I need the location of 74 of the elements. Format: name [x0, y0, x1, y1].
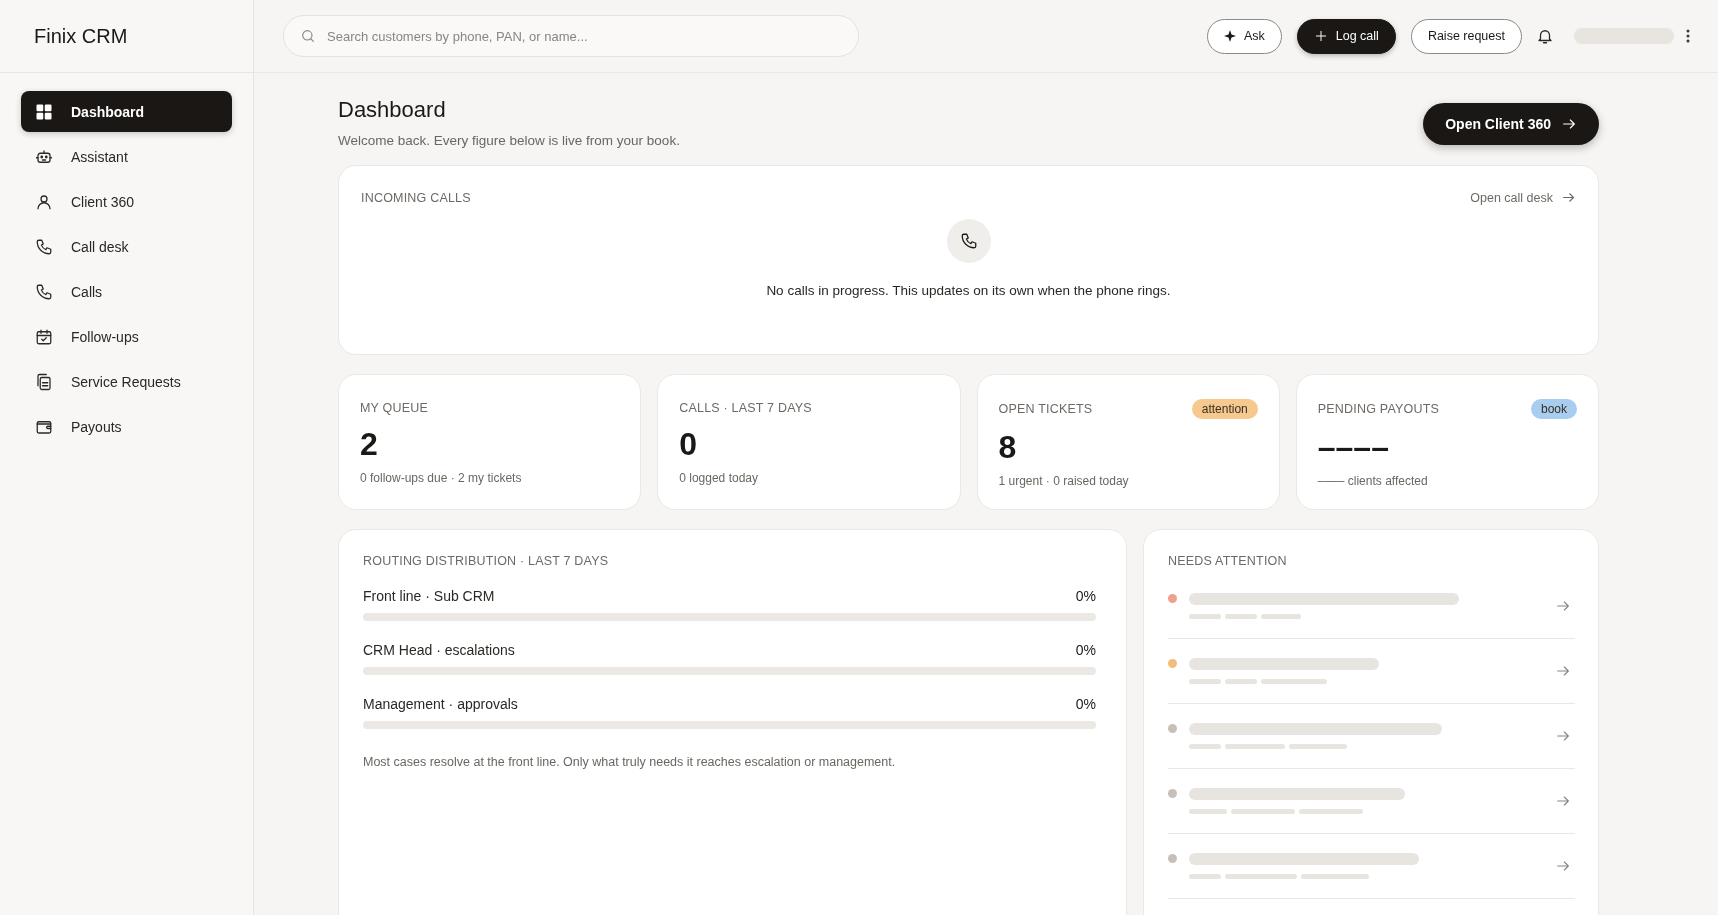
page-subtitle: Welcome back. Every figure below is live from your book. [338, 133, 680, 148]
arrow-right-icon [1555, 663, 1571, 679]
sidebar-item[interactable]: Follow-ups [21, 316, 232, 357]
stat-tag: attention [1191, 399, 1258, 419]
arrow-right-icon [1561, 190, 1576, 205]
loading-placeholder [1299, 809, 1363, 814]
route-label: Front line · Sub CRM [363, 588, 495, 604]
arrow-right-icon [1555, 728, 1571, 744]
loading-placeholder [1261, 614, 1301, 619]
route-percent: 0% [1075, 642, 1096, 658]
log-call-button[interactable]: Log call [1296, 18, 1396, 54]
stat-value: 2 [360, 426, 379, 463]
arrow-right-icon [1555, 858, 1571, 874]
route-percent: 0% [1075, 588, 1096, 604]
search-field[interactable]: Search customers by phone, PAN, or name... [283, 15, 859, 57]
stat-detail: 0 follow-ups due · 2 my tickets [360, 471, 523, 485]
card-title: NEEDS ATTENTION [1168, 554, 1288, 568]
loading-placeholder [1225, 679, 1257, 684]
stat-value: 8 [998, 429, 1018, 466]
loading-placeholder [1289, 744, 1347, 749]
stat-title: OPEN TICKETS [998, 402, 1093, 416]
loading-placeholder [1189, 744, 1221, 749]
phone-icon [35, 282, 53, 301]
app-name: Finix CRM [34, 24, 128, 48]
search-icon [300, 28, 316, 44]
ask-button[interactable]: Ask [1206, 18, 1282, 54]
sidebar-item[interactable]: Client 360 [21, 181, 232, 222]
loading-placeholder [1189, 679, 1221, 684]
calendar-check-icon [35, 327, 53, 346]
sidebar-item[interactable]: Call desk [21, 226, 232, 267]
card-title: INCOMING CALLS [361, 190, 471, 205]
loading-placeholder [1189, 874, 1221, 879]
arrow-right-icon [1555, 598, 1571, 614]
loading-placeholder [1301, 874, 1369, 879]
arrow-right-icon [1555, 793, 1571, 809]
stat-tag: book [1530, 399, 1577, 419]
stat-detail: 0 logged today [679, 471, 759, 485]
page-title: Dashboard [338, 97, 447, 123]
loading-placeholder [1231, 809, 1295, 814]
raise-request-button[interactable]: Raise request [1410, 18, 1522, 54]
sidebar-item[interactable]: Calls [21, 271, 232, 312]
route-percent: 0% [1075, 696, 1096, 712]
routing-note: Most cases resolve at the front line. Only what truly needs it reaches escalation or management. [363, 755, 897, 769]
open-call-desk-link[interactable]: Open call desk [1470, 190, 1576, 205]
sidebar-item[interactable]: Assistant [21, 136, 232, 177]
stat-value: 0 [679, 426, 699, 463]
sidebar-item[interactable]: Service Requests [21, 361, 232, 402]
empty-message: No calls in progress. This updates on its own when the phone rings. [766, 283, 1171, 298]
plus-icon [1313, 29, 1328, 43]
stat-detail: –––– clients affected [1317, 474, 1429, 488]
documents-icon [35, 372, 53, 391]
stat-detail: 1 urgent · 0 raised today [998, 474, 1130, 488]
loading-placeholder [1225, 614, 1257, 619]
stat-title: PENDING PAYOUTS [1317, 402, 1440, 416]
loading-placeholder [1261, 679, 1327, 684]
stat-value: –––– [1317, 429, 1390, 466]
route-label: CRM Head · escalations [363, 642, 515, 658]
sparkle-icon [1223, 30, 1236, 42]
loading-placeholder [1225, 744, 1285, 749]
stat-title: MY QUEUE [360, 400, 429, 415]
loading-placeholder [1189, 614, 1221, 619]
loading-placeholder [1189, 809, 1227, 814]
stat-title: CALLS · LAST 7 DAYS [679, 400, 812, 415]
more-icon[interactable] [1686, 29, 1690, 43]
sidebar-item[interactable]: Payouts [21, 406, 232, 447]
grid-icon [35, 102, 53, 121]
person-icon [35, 192, 53, 211]
card-title: ROUTING DISTRIBUTION · LAST 7 DAYS [363, 554, 610, 568]
phone-icon [35, 237, 53, 256]
sidebar-item[interactable]: Dashboard [21, 91, 232, 132]
loading-placeholder [1225, 874, 1297, 879]
open-client-360-button[interactable]: Open Client 360 [1423, 103, 1599, 145]
route-label: Management · approvals [363, 696, 518, 712]
arrow-right-icon [1561, 116, 1577, 132]
